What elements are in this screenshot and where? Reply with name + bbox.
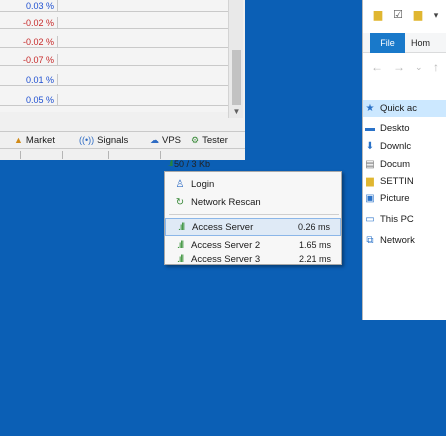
server-menu-item[interactable]: .ıll Access Server 0.26 ms [165, 218, 341, 236]
back-icon[interactable]: ← [371, 60, 383, 74]
nav-label: Quick ac [380, 103, 417, 114]
chevron-down-icon[interactable]: ⌄ [415, 62, 423, 73]
menu-label: Network Rescan [191, 196, 261, 208]
status-divider [160, 151, 161, 159]
tab-label: VPS [162, 135, 182, 146]
folder-icon[interactable]: ▆ [371, 8, 385, 22]
signals-icon: ((•)) [79, 135, 95, 145]
vertical-scrollbar[interactable]: ▼ [228, 0, 243, 118]
vps-icon: ☁ [150, 135, 159, 145]
market-icon: ▲ [14, 135, 23, 145]
signal-bars-icon: .ıll [177, 239, 184, 251]
menu-separator [169, 214, 339, 215]
change-value: 0.03 % [0, 0, 58, 12]
nav-item-desktop[interactable]: ▬ Deskto [363, 120, 446, 137]
tab-market[interactable]: ▲ Market [14, 132, 55, 149]
network-rescan-menu-item[interactable]: ↻ Network Rescan [165, 193, 341, 211]
list-item[interactable]: 0.05 % [0, 94, 228, 106]
status-divider [20, 151, 21, 159]
nav-label: Picture [380, 193, 410, 204]
ribbon-tabs: File Hom [363, 33, 446, 53]
nav-item-network[interactable]: ⧉ Network [363, 232, 446, 249]
nav-label: SETTIN [380, 176, 414, 187]
scrollbar-thumb[interactable] [232, 50, 241, 105]
tab-signals[interactable]: ((•)) Signals [79, 132, 128, 149]
nav-label: This PC [380, 214, 414, 225]
list-item[interactable]: 0.01 % [0, 74, 228, 86]
tab-vps[interactable]: ☁ VPS [150, 132, 181, 149]
nav-label: Network [380, 235, 415, 246]
change-value: -0.07 % [0, 54, 58, 66]
server-menu-item[interactable]: .ıll Access Server 3 2.21 ms [165, 252, 341, 266]
nav-item-this-pc[interactable]: ▭ This PC [363, 211, 446, 228]
traffic-value: 50 / 3 Kb [174, 159, 211, 169]
nav-item-settings[interactable]: ▆ SETTIN [363, 173, 446, 190]
star-icon: ★ [365, 103, 375, 114]
tab-label: Tester [202, 135, 228, 146]
server-ping: 1.65 ms [298, 240, 331, 250]
connection-status[interactable]: .ıll 50 / 3 Kb [168, 159, 238, 169]
login-menu-item[interactable]: ♙ Login [165, 175, 341, 193]
tester-icon: ⚙ [191, 135, 200, 145]
signal-bars-icon: .ıll [177, 253, 184, 265]
nav-label: Docum [380, 159, 411, 170]
server-ping: 0.26 ms [297, 222, 330, 232]
up-icon[interactable]: ↑ [433, 60, 439, 74]
status-divider [62, 151, 63, 159]
server-name: Access Server [192, 221, 254, 233]
change-value: 0.01 % [0, 74, 58, 86]
desktop-icon: ▬ [365, 123, 375, 134]
tab-label: Market [25, 135, 55, 146]
tab-home[interactable]: Hom [411, 33, 430, 53]
menu-label: Login [191, 178, 215, 190]
change-value: -0.02 % [0, 17, 58, 29]
properties-icon[interactable]: ☑ [391, 8, 405, 22]
list-item[interactable]: -0.02 % [0, 17, 228, 29]
nav-item-quick-access[interactable]: ★ Quick ac [363, 100, 446, 117]
pc-icon: ▭ [365, 214, 375, 225]
tab-file[interactable]: File [370, 33, 405, 53]
tab-label: Signals [97, 135, 129, 146]
server-name: Access Server 2 [191, 239, 261, 251]
nav-item-pictures[interactable]: ▣ Picture [363, 190, 446, 207]
nav-label: Downlc [380, 141, 412, 152]
tab-tester[interactable]: ⚙ Tester [191, 132, 228, 149]
signal-bars-icon: .ıll [168, 159, 173, 168]
picture-icon: ▣ [365, 193, 375, 204]
terminal-window: 0.03 % -0.02 % -0.02 % -0.07 % 0.01 % 0.… [0, 0, 245, 160]
forward-icon[interactable]: → [393, 60, 405, 74]
navigation-bar: ← → ⌄ ↑ [363, 54, 446, 82]
nav-label: Deskto [380, 123, 410, 134]
network-icon: ⧉ [366, 235, 374, 246]
download-icon: ⬇ [365, 141, 375, 152]
list-item[interactable]: -0.07 % [0, 54, 228, 66]
change-value: 0.05 % [0, 94, 58, 106]
connection-menu: ♙ Login ↻ Network Rescan .ıll Access Ser… [164, 171, 342, 265]
refresh-icon: ↻ [175, 196, 185, 208]
status-divider [108, 151, 109, 159]
file-explorer-window: ▆ ☑ ▆ ▾ File Hom ← → ⌄ ↑ ★ Quick ac ▬ De… [362, 0, 446, 320]
document-icon: ▤ [365, 159, 375, 170]
chevron-down-icon[interactable]: ▾ [429, 8, 443, 22]
user-icon: ♙ [175, 178, 185, 190]
explorer-title-bar: ▆ ☑ ▆ ▾ [363, 0, 446, 30]
server-ping: 2.21 ms [298, 254, 331, 264]
server-name: Access Server 3 [191, 253, 261, 265]
list-item[interactable]: -0.02 % [0, 36, 228, 48]
scroll-down-icon[interactable]: ▼ [232, 107, 241, 116]
list-item[interactable]: 0.03 % [0, 0, 228, 12]
nav-item-documents[interactable]: ▤ Docum [363, 156, 446, 173]
signal-bars-icon: .ıll [178, 221, 185, 233]
toolbox-tabs: ▲ Market ((•)) Signals ☁ VPS ⚙ Tester [0, 131, 245, 149]
new-folder-icon[interactable]: ▆ [411, 8, 425, 22]
change-value: -0.02 % [0, 36, 58, 48]
nav-item-downloads[interactable]: ⬇ Downlc [363, 138, 446, 155]
market-watch-list: 0.03 % -0.02 % -0.02 % -0.07 % 0.01 % 0.… [0, 0, 228, 112]
folder-icon: ▆ [366, 176, 374, 187]
